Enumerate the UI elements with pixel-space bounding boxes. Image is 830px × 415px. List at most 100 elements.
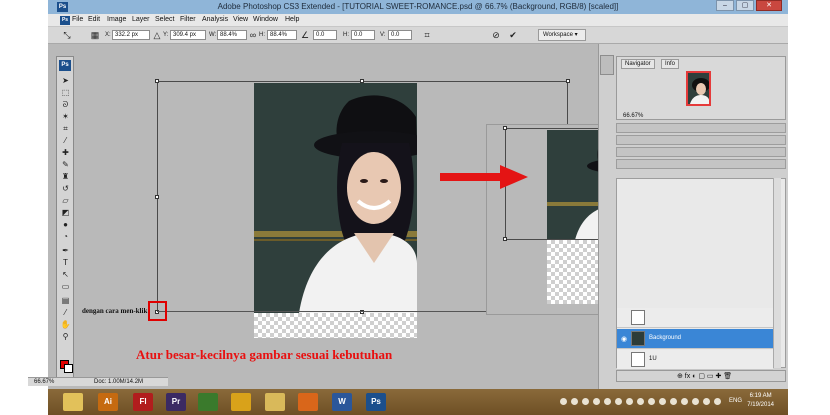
transform-handle[interactable]: [155, 79, 159, 83]
visibility-eye-icon[interactable]: ◉: [621, 335, 627, 343]
healing-brush-tool-icon[interactable]: ✚: [60, 148, 71, 158]
tray-icon[interactable]: [714, 398, 721, 405]
tray-icon[interactable]: [692, 398, 699, 405]
tray-icon[interactable]: [703, 398, 710, 405]
lasso-tool-icon[interactable]: ᘐ: [60, 100, 71, 110]
tray-icon[interactable]: [637, 398, 644, 405]
menu-file[interactable]: File: [72, 16, 83, 23]
h-skew-field[interactable]: 0.0: [351, 30, 375, 40]
brush-tool-icon[interactable]: ✎: [60, 160, 71, 170]
file-explorer-icon[interactable]: [63, 393, 83, 411]
x-field[interactable]: 332.2 px: [112, 30, 150, 40]
tab-navigator[interactable]: Navigator: [621, 59, 655, 69]
tray-icon[interactable]: [593, 398, 600, 405]
cancel-transform-icon[interactable]: ⊘: [491, 30, 501, 40]
dodge-tool-icon[interactable]: ◔: [60, 232, 71, 242]
blur-tool-icon[interactable]: ●: [60, 220, 71, 230]
eyedropper-tool-icon[interactable]: ⁄: [60, 136, 71, 146]
firefox-icon[interactable]: [298, 393, 318, 411]
tray-icon[interactable]: [571, 398, 578, 405]
folder-icon[interactable]: [265, 393, 285, 411]
move-tool-icon[interactable]: ➤: [60, 76, 71, 86]
history-brush-tool-icon[interactable]: ↺: [60, 184, 71, 194]
layer-row[interactable]: 1U: [617, 350, 773, 370]
pen-tool-icon[interactable]: ✒: [60, 246, 71, 256]
tray-icon[interactable]: [626, 398, 633, 405]
background-color-swatch[interactable]: [64, 364, 73, 373]
marquee-tool-icon[interactable]: ⬚: [60, 88, 71, 98]
layer-row-selected[interactable]: ◉ Background: [617, 329, 773, 349]
path-selection-tool-icon[interactable]: ↖: [60, 270, 71, 280]
layers-scrollbar[interactable]: [773, 178, 781, 368]
width-field[interactable]: 88.4%: [217, 30, 247, 40]
tab-info[interactable]: Info: [661, 59, 680, 69]
layer-row[interactable]: [617, 308, 773, 328]
menu-edit[interactable]: Edit: [88, 16, 100, 23]
magic-wand-tool-icon[interactable]: ✶: [60, 112, 71, 122]
menu-filter[interactable]: Filter: [180, 16, 196, 23]
illustrator-icon[interactable]: Ai: [98, 393, 118, 411]
guide-line: [157, 311, 487, 312]
panel-strip[interactable]: [616, 147, 786, 157]
tray-icon[interactable]: [659, 398, 666, 405]
globe-icon[interactable]: [198, 393, 218, 411]
shape-tool-icon[interactable]: ▭: [60, 282, 71, 292]
chrome-icon[interactable]: [231, 393, 251, 411]
type-tool-icon[interactable]: T: [60, 258, 71, 268]
tray-icon[interactable]: [648, 398, 655, 405]
photoshop-menu-icon[interactable]: Ps: [60, 16, 70, 25]
tray-icon[interactable]: [615, 398, 622, 405]
workspace-button[interactable]: Workspace ▾: [538, 29, 586, 41]
panel-strip[interactable]: [616, 135, 786, 145]
notes-tool-icon[interactable]: ▤: [60, 296, 71, 306]
warp-icon[interactable]: ⌗: [422, 30, 432, 40]
clock[interactable]: 6:19 AM 7/19/2014: [747, 392, 774, 410]
menu-image[interactable]: Image: [107, 16, 126, 23]
tray-icon[interactable]: [582, 398, 589, 405]
menu-select[interactable]: Select: [155, 16, 174, 23]
tray-icon[interactable]: [681, 398, 688, 405]
menu-view[interactable]: View: [233, 16, 248, 23]
flash-icon[interactable]: Fl: [133, 393, 153, 411]
menu-help[interactable]: Help: [285, 16, 299, 23]
tray-icon[interactable]: [670, 398, 677, 405]
y-field[interactable]: 309.4 px: [170, 30, 206, 40]
chain-link-icon[interactable]: ∞: [248, 30, 258, 40]
eyedropper-sample-tool-icon[interactable]: ⁄: [60, 308, 71, 318]
reference-point-icon[interactable]: ▦: [90, 30, 100, 40]
transform-handle[interactable]: [360, 79, 364, 83]
height-field[interactable]: 88.4%: [267, 30, 297, 40]
collapsed-panel-icons[interactable]: [600, 55, 614, 75]
menu-window[interactable]: Window: [253, 16, 278, 23]
layer-thumbnail: [631, 352, 645, 367]
navigator-thumbnail[interactable]: [686, 71, 711, 106]
language-indicator[interactable]: ENG: [729, 398, 742, 404]
menu-layer[interactable]: Layer: [132, 16, 150, 23]
zoom-level[interactable]: 66.67%: [34, 379, 54, 385]
photoshop-icon[interactable]: Ps: [366, 393, 386, 411]
transform-handle[interactable]: [155, 195, 159, 199]
close-button[interactable]: ✕: [756, 0, 782, 11]
clone-stamp-tool-icon[interactable]: ♜: [60, 172, 71, 182]
tray-icon[interactable]: [604, 398, 611, 405]
word-icon[interactable]: W: [332, 393, 352, 411]
document-photo[interactable]: [254, 83, 417, 313]
hand-tool-icon[interactable]: ✋: [60, 320, 71, 330]
transform-handle[interactable]: [566, 79, 570, 83]
v-skew-field[interactable]: 0.0: [388, 30, 412, 40]
eraser-tool-icon[interactable]: ▱: [60, 196, 71, 206]
panel-strip[interactable]: [616, 123, 786, 133]
panel-strip[interactable]: [616, 159, 786, 169]
link-icon[interactable]: △: [152, 30, 162, 40]
minimize-button[interactable]: –: [716, 0, 734, 11]
tray-icon[interactable]: [560, 398, 567, 405]
premiere-icon[interactable]: Pr: [166, 393, 186, 411]
gradient-tool-icon[interactable]: ◩: [60, 208, 71, 218]
angle-field[interactable]: 0.0: [313, 30, 337, 40]
commit-transform-icon[interactable]: ✔: [508, 30, 518, 40]
zoom-tool-icon[interactable]: ⚲: [60, 332, 71, 342]
menu-analysis[interactable]: Analysis: [202, 16, 228, 23]
crop-tool-icon[interactable]: ⌗: [60, 124, 71, 134]
maximize-button[interactable]: ▢: [736, 0, 754, 11]
layer-actions-icons[interactable]: ⊕ fx ◐ ▢ ▭ ✚ 🗑: [677, 372, 732, 380]
